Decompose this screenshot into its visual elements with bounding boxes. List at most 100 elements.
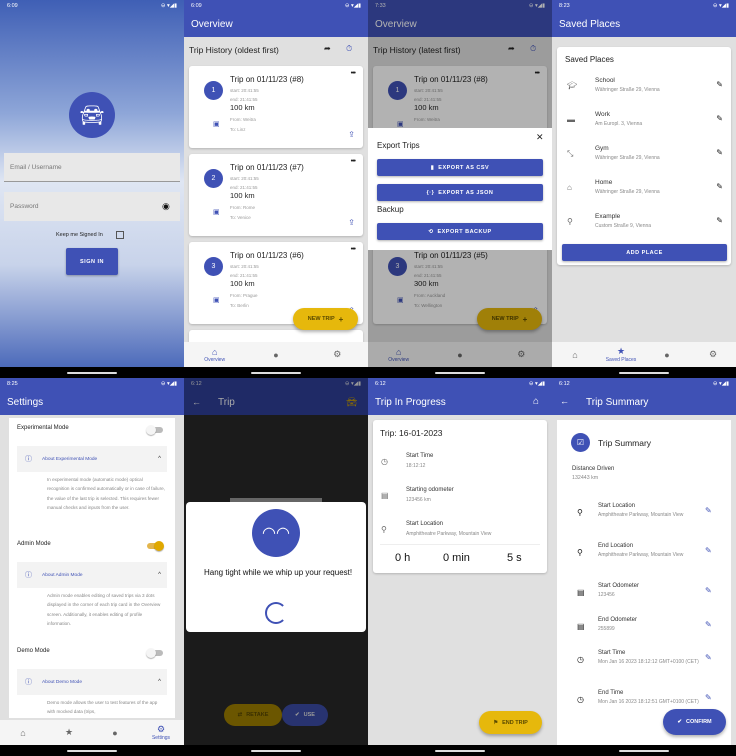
- status-bar: 6:12 ⊖ ▾◢▮: [552, 378, 736, 390]
- trip-start: start: 20:41:55: [230, 264, 259, 269]
- image-icon[interactable]: ▣: [213, 120, 220, 128]
- password-input[interactable]: Password: [4, 192, 180, 221]
- edit-icon[interactable]: ✎: [716, 182, 723, 191]
- edit-icon[interactable]: ✎: [716, 80, 723, 89]
- nav-saved-places[interactable]: ★: [46, 720, 92, 745]
- new-trip-button[interactable]: NEW TRIP +: [293, 308, 358, 330]
- button-label: END TRIP: [502, 719, 528, 726]
- check-circle-icon: ✔: [295, 712, 300, 718]
- trip-date: Trip: 16-01-2023: [380, 428, 443, 438]
- button-label: EXPORT BACKUP: [437, 228, 492, 235]
- share-icon[interactable]: ⇪: [348, 130, 355, 139]
- elapsed-hours: 0 h: [395, 552, 411, 564]
- pin-icon: ⚲: [381, 525, 387, 534]
- retake-button[interactable]: ⇄ RETAKE: [224, 704, 282, 726]
- clock-icon: ◷: [577, 655, 584, 664]
- edit-icon[interactable]: ✎: [705, 586, 712, 595]
- nav-settings[interactable]: ⚙: [690, 342, 736, 367]
- email-input[interactable]: Email / Username: [4, 153, 180, 182]
- edit-icon[interactable]: ✎: [716, 114, 723, 123]
- trip-from: From: Prague: [230, 293, 258, 298]
- overview-screen: Overview 6:09 ⊖ ▾◢▮ Trip History (oldest …: [184, 0, 368, 378]
- nav-label: Saved Places: [605, 357, 637, 363]
- trip-number-badge: 3: [204, 257, 223, 276]
- image-icon[interactable]: ▣: [213, 296, 220, 304]
- edit-icon[interactable]: ✎: [705, 620, 712, 629]
- close-icon[interactable]: ✕: [536, 132, 544, 143]
- nav-profile[interactable]: ●: [644, 342, 690, 367]
- row-value: Amphitheatre Parkway, Mountain View: [598, 552, 684, 558]
- edit-icon[interactable]: ✎: [705, 693, 712, 702]
- edit-icon[interactable]: ✎: [705, 546, 712, 555]
- add-place-button[interactable]: ADD PLACE: [562, 244, 727, 261]
- nav-settings[interactable]: ⚙ Settings: [138, 720, 184, 745]
- keep-signed-in-label: Keep me Signed In: [56, 232, 103, 238]
- nav-profile[interactable]: ●: [245, 342, 306, 367]
- row-label: Starting odometer: [406, 487, 454, 493]
- more-options-icon[interactable]: •••: [351, 70, 356, 77]
- about-mode-expander[interactable]: ⓘ About Admin Mode ^: [17, 562, 167, 588]
- home-icon[interactable]: ⌂: [533, 396, 539, 407]
- share-all-icon[interactable]: ➦: [324, 44, 331, 53]
- card-title: Trip Summary: [598, 438, 652, 448]
- about-mode-expander[interactable]: ⓘ About Demo Mode ^: [17, 669, 167, 695]
- mode-toggle[interactable]: [147, 541, 164, 551]
- status-time: 6:12: [191, 381, 202, 387]
- star-icon: ★: [64, 727, 74, 737]
- back-arrow-icon[interactable]: ←: [192, 397, 201, 407]
- row-label: End Odometer: [598, 617, 638, 623]
- bottom-nav: ⌂ ★ Saved Places ● ⚙: [552, 342, 736, 367]
- nav-overview[interactable]: ⌂ Overview: [184, 342, 245, 367]
- nav-label: Settings: [151, 735, 171, 741]
- nav-overview[interactable]: ⌂: [0, 720, 46, 745]
- export-json-button[interactable]: {·} EXPORT AS JSON: [377, 184, 543, 201]
- section-title: Trip History (oldest first): [189, 45, 279, 55]
- system-nav-bar: [368, 745, 552, 756]
- button-label: CONFIRM: [685, 719, 712, 725]
- trip-progress-screen: Trip In Progress ⌂ 6:12 ⊖ ▾◢▮ Trip: 16-01…: [368, 378, 552, 756]
- keep-signed-in-checkbox[interactable]: [116, 231, 124, 239]
- edit-icon[interactable]: ✎: [705, 653, 712, 662]
- export-backup-button[interactable]: ⟲ EXPORT BACKUP: [377, 223, 543, 240]
- export-csv-button[interactable]: ▮ EXPORT AS CSV: [377, 159, 543, 176]
- trip-card[interactable]: 2 Trip on 01/11/23 (#7) start: 20:41:55 …: [189, 154, 363, 236]
- use-button[interactable]: ✔ USE: [282, 704, 328, 726]
- confirm-button[interactable]: ✔ CONFIRM: [663, 709, 726, 735]
- app-title: Saved Places: [559, 19, 621, 30]
- sign-in-button[interactable]: SIGN IN: [66, 248, 118, 275]
- mode-label: Demo Mode: [17, 648, 50, 654]
- edit-icon[interactable]: ✎: [716, 148, 723, 157]
- back-arrow-icon[interactable]: ←: [560, 396, 569, 406]
- more-options-icon[interactable]: •••: [351, 246, 356, 253]
- status-icons: ⊖ ▾◢▮: [160, 3, 177, 9]
- image-icon[interactable]: ▣: [213, 208, 220, 216]
- about-mode-expander[interactable]: ⓘ About Experimental Mode ^: [17, 446, 167, 472]
- nav-settings[interactable]: ⚙: [307, 342, 368, 367]
- edit-icon[interactable]: ✎: [705, 506, 712, 515]
- mode-toggle[interactable]: [146, 648, 163, 658]
- status-icons: ⊖ ▾◢▮: [712, 3, 729, 9]
- more-options-icon[interactable]: •••: [351, 158, 356, 165]
- export-trips-title: Export Trips: [377, 141, 420, 150]
- eye-icon[interactable]: ◉: [162, 201, 170, 212]
- place-address: Custom Straße 9, Vienna: [595, 223, 652, 229]
- nav-saved-places[interactable]: ★ Saved Places: [598, 342, 644, 367]
- fitness-icon: ⤡: [567, 149, 574, 158]
- account-icon: ●: [112, 727, 118, 738]
- end-trip-button[interactable]: ⚑ END TRIP: [479, 711, 542, 734]
- car-icon[interactable]: 🚘︎: [346, 397, 357, 408]
- school-icon: 🎓︎: [567, 81, 578, 90]
- app-title: Settings: [7, 397, 44, 408]
- share-icon[interactable]: ⇪: [348, 218, 355, 227]
- mode-toggle[interactable]: [146, 425, 163, 435]
- trip-card[interactable]: 1 Trip on 01/11/23 (#8) start: 20:41:55 …: [189, 66, 363, 148]
- trip-title: Trip on 01/11/23 (#6): [230, 251, 304, 260]
- nav-overview[interactable]: ⌂: [552, 342, 598, 367]
- mode-label: Admin Mode: [17, 541, 51, 547]
- star-icon: ★: [616, 346, 626, 356]
- briefcase-icon: ▬: [567, 115, 575, 124]
- edit-icon[interactable]: ✎: [716, 216, 723, 225]
- button-label: USE: [303, 712, 315, 718]
- sort-icon[interactable]: ⏱: [346, 44, 352, 54]
- nav-profile[interactable]: ●: [92, 720, 138, 745]
